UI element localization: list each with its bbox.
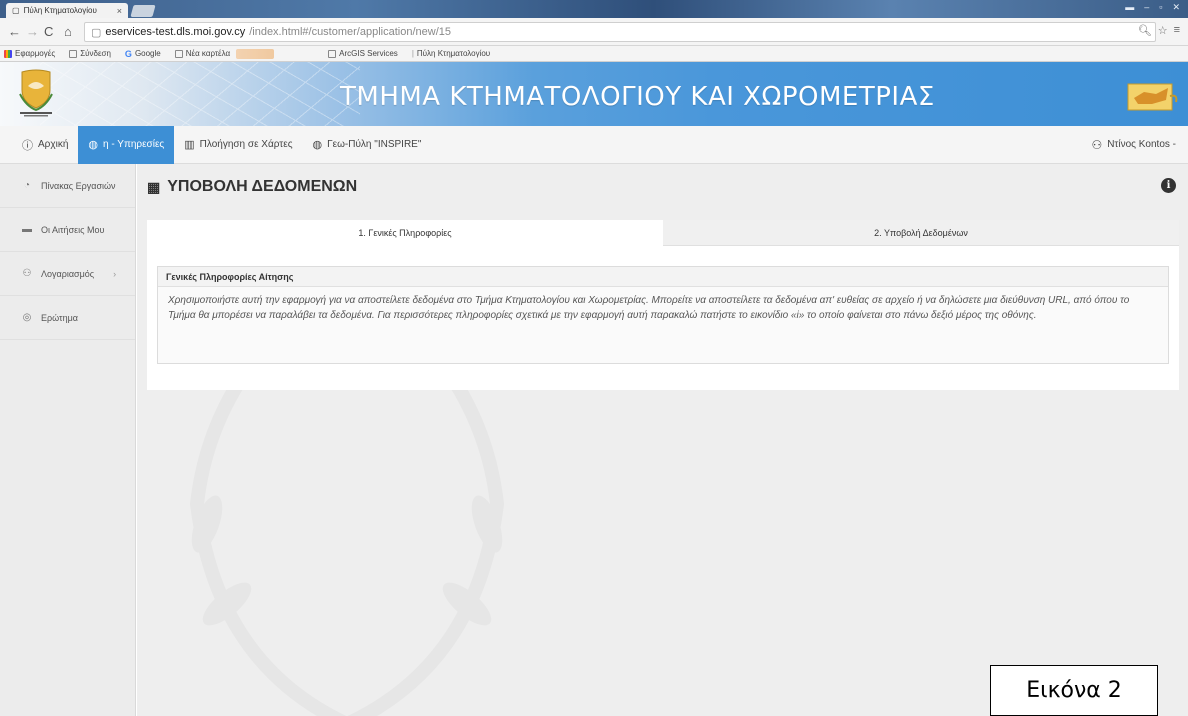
close-window-icon[interactable]: ✕ — [1172, 2, 1180, 13]
back-arrow-icon[interactable]: ← — [8, 24, 21, 39]
sidebar-item-account[interactable]: ⚇ Λογαριασμός › — [0, 252, 135, 296]
tab-data-submission[interactable]: 2. Υποβολή Δεδομένων — [663, 220, 1179, 246]
reload-icon[interactable]: C — [44, 24, 53, 39]
url-path: /index.html#/customer/application/new/15 — [249, 26, 451, 38]
page-icon — [69, 49, 78, 58]
close-tab-icon[interactable]: × — [117, 6, 122, 16]
cyprus-emblem-icon[interactable] — [16, 68, 56, 118]
bookmark-label: Νέα καρτέλα — [185, 49, 231, 58]
info-box-header: Γενικές Πληροφορίες Αίτησης — [158, 267, 1168, 287]
page-icon — [174, 49, 183, 58]
info-circle-icon: ⓘ — [22, 139, 33, 152]
sidebar-item-query[interactable]: ◎ Ερώτημα — [0, 296, 135, 340]
wizard-panel: 1. Γενικές Πληροφορίες 2. Υποβολή Δεδομέ… — [147, 220, 1179, 390]
bookmarks-bar: Εφαρμογές Σύνδεση G Google Νέα καρτέλα A… — [0, 46, 1188, 62]
main-nav: ⓘ Αρχική ◍ η - Υπηρεσίες ▥ Πλοήγηση σε Χ… — [0, 125, 1188, 164]
sidebar-item-label: Πίνακας Εργασιών — [41, 180, 116, 191]
bookmark-login[interactable]: Σύνδεση — [69, 49, 111, 58]
globe-icon: ◍ — [88, 139, 98, 151]
book-map-icon: ▥ — [184, 139, 195, 151]
info-box-text: Χρησιμοποιήστε αυτή την εφαρμογή για να … — [168, 295, 1130, 321]
apps-icon — [4, 49, 12, 58]
page-title-text: ΥΠΟΒΟΛΗ ΔΕΔΟΜΕΝΩΝ — [167, 178, 358, 195]
nav-e-services[interactable]: ◍ η - Υπηρεσίες — [78, 125, 175, 164]
map-grid-decoration — [40, 62, 360, 126]
main-content: ▦ ΥΠΟΒΟΛΗ ΔΕΔΟΜΕΝΩΝ i 1. Γενικές Πληροφο… — [137, 164, 1188, 716]
info-box: Γενικές Πληροφορίες Αίτησης Χρησιμοποιήσ… — [157, 266, 1169, 364]
nav-home[interactable]: ⓘ Αρχική — [0, 126, 78, 164]
blurred-bookmark — [236, 48, 275, 59]
sidebar-item-label: Λογαριασμός — [41, 268, 95, 279]
nav-map-navigation[interactable]: ▥ Πλοήγηση σε Χάρτες — [174, 126, 302, 164]
figure-caption: Εικόνα 2 — [990, 665, 1158, 716]
maximize-icon[interactable]: ▫ — [1159, 2, 1162, 13]
sidebar: ◔ Πίνακας Εργασιών ▬ Οι Αιτήσεις Μου ⚇ Λ… — [0, 164, 136, 716]
folder-icon: ▬ — [22, 224, 32, 235]
bookmark-label: Σύνδεση — [80, 49, 111, 58]
app-title: ΤΜΗΜΑ ΚΤΗΜΑΤΟΛΟΓΙΟΥ ΚΑΙ ΧΩΡΟΜΕΤΡΙΑΣ — [340, 82, 935, 112]
browser-tab[interactable]: ▢ Πύλη Κτηματολογίου × — [6, 3, 128, 18]
minimize-icon[interactable]: – — [1144, 2, 1149, 13]
nav-label: η - Υπηρεσίες — [103, 139, 165, 150]
user-icon: ⚇ — [22, 268, 32, 279]
user-name: Nτίνος Kontos - — [1107, 139, 1176, 150]
user-icon: ⚇ — [1091, 137, 1103, 152]
bookmark-apps[interactable]: Εφαρμογές — [4, 49, 55, 58]
globe-icon: ◍ — [312, 139, 323, 151]
forward-arrow-icon[interactable]: → — [26, 24, 39, 39]
url-input[interactable]: ▢ eservices-test.dls.moi.gov.cy/index.ht… — [84, 22, 1156, 42]
bookmark-portal[interactable]: | Πύλη Κτηματολογίου — [412, 49, 490, 58]
separator: | — [411, 49, 414, 58]
window-controls: ▬ – ▫ ✕ — [1125, 2, 1180, 13]
sidebar-item-dashboard[interactable]: ◔ Πίνακας Εργασιών — [0, 164, 135, 208]
browser-tabstrip: ▢ Πύλη Κτηματολογίου × ▬ – ▫ ✕ — [0, 0, 1188, 18]
bookmark-label: ArcGIS Services — [339, 49, 398, 58]
bookmark-label: Google — [134, 49, 161, 58]
sidebar-item-label: Ερώτημα — [41, 312, 78, 323]
bookmark-new-tab[interactable]: Νέα καρτέλα — [174, 49, 231, 58]
bookmark-arcgis[interactable]: ArcGIS Services — [328, 49, 398, 58]
bookmark-label: Πύλη Κτηματολογίου — [416, 49, 491, 58]
bookmark-label: Εφαρμογές — [15, 49, 56, 58]
dashboard-icon: ◔ — [23, 180, 31, 191]
nav-inspire-portal[interactable]: ◍ Γεω-Πύλη "INSPIRE" — [303, 126, 432, 164]
user-profile-icon[interactable]: ▬ — [1125, 2, 1134, 13]
nav-label: Γεω-Πύλη "INSPIRE" — [327, 139, 422, 150]
zoom-icon[interactable]: 🔍︎ — [1138, 24, 1152, 37]
bookmark-google[interactable]: G Google — [125, 49, 161, 59]
url-host: eservices-test.dls.moi.gov.cy — [105, 26, 246, 38]
menu-icon[interactable]: ≡ — [1174, 24, 1180, 37]
user-menu[interactable]: ⚇ Nτίνος Kontos - — [1091, 138, 1188, 152]
chevron-right-icon: › — [113, 268, 117, 279]
page-icon — [328, 49, 337, 58]
page-title: ▦ ΥΠΟΒΟΛΗ ΔΕΔΟΜΕΝΩΝ — [147, 178, 357, 196]
grid-icon: ▦ — [147, 178, 161, 195]
tab-label: 1. Γενικές Πληροφορίες — [358, 228, 452, 238]
nav-label: Πλοήγηση σε Χάρτες — [199, 139, 293, 150]
wizard-tabs: 1. Γενικές Πληροφορίες 2. Υποβολή Δεδομέ… — [147, 220, 1179, 246]
page-icon: ▢ — [12, 6, 20, 15]
question-icon: ◎ — [22, 312, 32, 323]
star-icon[interactable]: ☆ — [1158, 24, 1168, 37]
sidebar-item-label: Οι Αιτήσεις Μου — [41, 224, 105, 235]
address-bar: ← → C ⌂ ▢ eservices-test.dls.moi.gov.cy /… — [0, 18, 1188, 46]
nav-label: Αρχική — [38, 139, 69, 150]
new-tab-button[interactable] — [130, 5, 156, 17]
google-icon: G — [124, 48, 132, 59]
tab-general-info[interactable]: 1. Γενικές Πληροφορίες — [147, 220, 663, 246]
page-icon: ▢ — [91, 26, 102, 39]
info-icon[interactable]: i — [1161, 178, 1176, 193]
app-header: ΤΜΗΜΑ ΚΤΗΜΑΤΟΛΟΓΙΟΥ ΚΑΙ ΧΩΡΟΜΕΤΡΙΑΣ — [0, 62, 1188, 126]
browser-tab-title: Πύλη Κτηματολογίου — [23, 6, 97, 15]
tab-label: 2. Υποβολή Δεδομένων — [874, 227, 968, 238]
cyprus-map-logo-icon — [1127, 83, 1178, 111]
sidebar-item-my-applications[interactable]: ▬ Οι Αιτήσεις Μου — [0, 208, 135, 252]
home-icon[interactable]: ⌂ — [64, 24, 72, 39]
